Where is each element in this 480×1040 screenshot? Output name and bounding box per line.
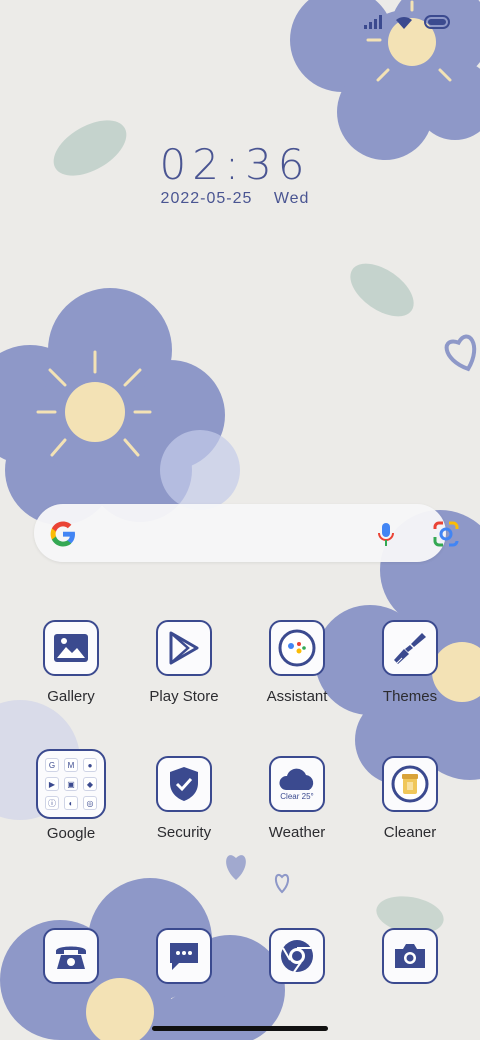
clock-time: 02:36 [159,140,311,189]
gallery-icon [54,634,88,662]
home-indicator[interactable] [152,1026,328,1031]
folder-icon: G M ● ▶ ▣ ◆ ⓘ ◐ ◎ [45,758,97,810]
weather-badge: Clear 25° [280,791,314,801]
cloud-icon [279,768,314,790]
chrome-icon [281,940,313,973]
camera-icon [395,944,425,968]
app-weather[interactable]: Clear 25° Weather [242,756,352,841]
dock-messages[interactable] [129,928,239,984]
shield-icon [170,767,198,801]
app-label: Assistant [266,688,328,705]
app-themes[interactable]: Themes [355,620,465,705]
dock-camera[interactable] [355,928,465,984]
app-label: Google [46,825,96,842]
app-label: Themes [382,688,438,705]
app-label: Cleaner [383,824,437,841]
status-bar [364,14,452,30]
app-cleaner[interactable]: Cleaner [355,756,465,841]
app-gallery[interactable]: Gallery [16,620,126,705]
clock-date: 2022-05-25 [160,190,253,207]
lens-icon[interactable] [432,521,460,547]
app-google-folder[interactable]: G M ● ▶ ▣ ◆ ⓘ ◐ ◎ Google [16,749,126,842]
clock-widget[interactable]: 02:36 2022-05-25 Wed [0,142,470,208]
play-store-icon [169,631,199,665]
mic-icon[interactable] [378,522,394,548]
app-security[interactable]: Security [129,756,239,841]
google-g-icon [50,521,75,547]
dock-chrome[interactable] [242,928,352,984]
app-label: Weather [268,824,326,841]
google-search-bar[interactable] [34,504,459,562]
brush-icon [394,633,426,664]
signal-icon [364,15,382,29]
wifi-icon [396,16,412,29]
assistant-icon [278,629,316,667]
phone-icon [56,946,86,969]
app-label: Play Store [149,688,219,705]
messages-icon [170,943,198,970]
app-play-store[interactable]: Play Store [129,620,239,705]
dock-phone[interactable] [16,928,126,984]
app-assistant[interactable]: Assistant [242,620,352,705]
cleaner-icon [391,765,429,803]
app-label: Gallery [47,688,95,705]
battery-icon [424,15,450,29]
clock-weekday: Wed [273,190,310,207]
app-label: Security [156,824,212,841]
